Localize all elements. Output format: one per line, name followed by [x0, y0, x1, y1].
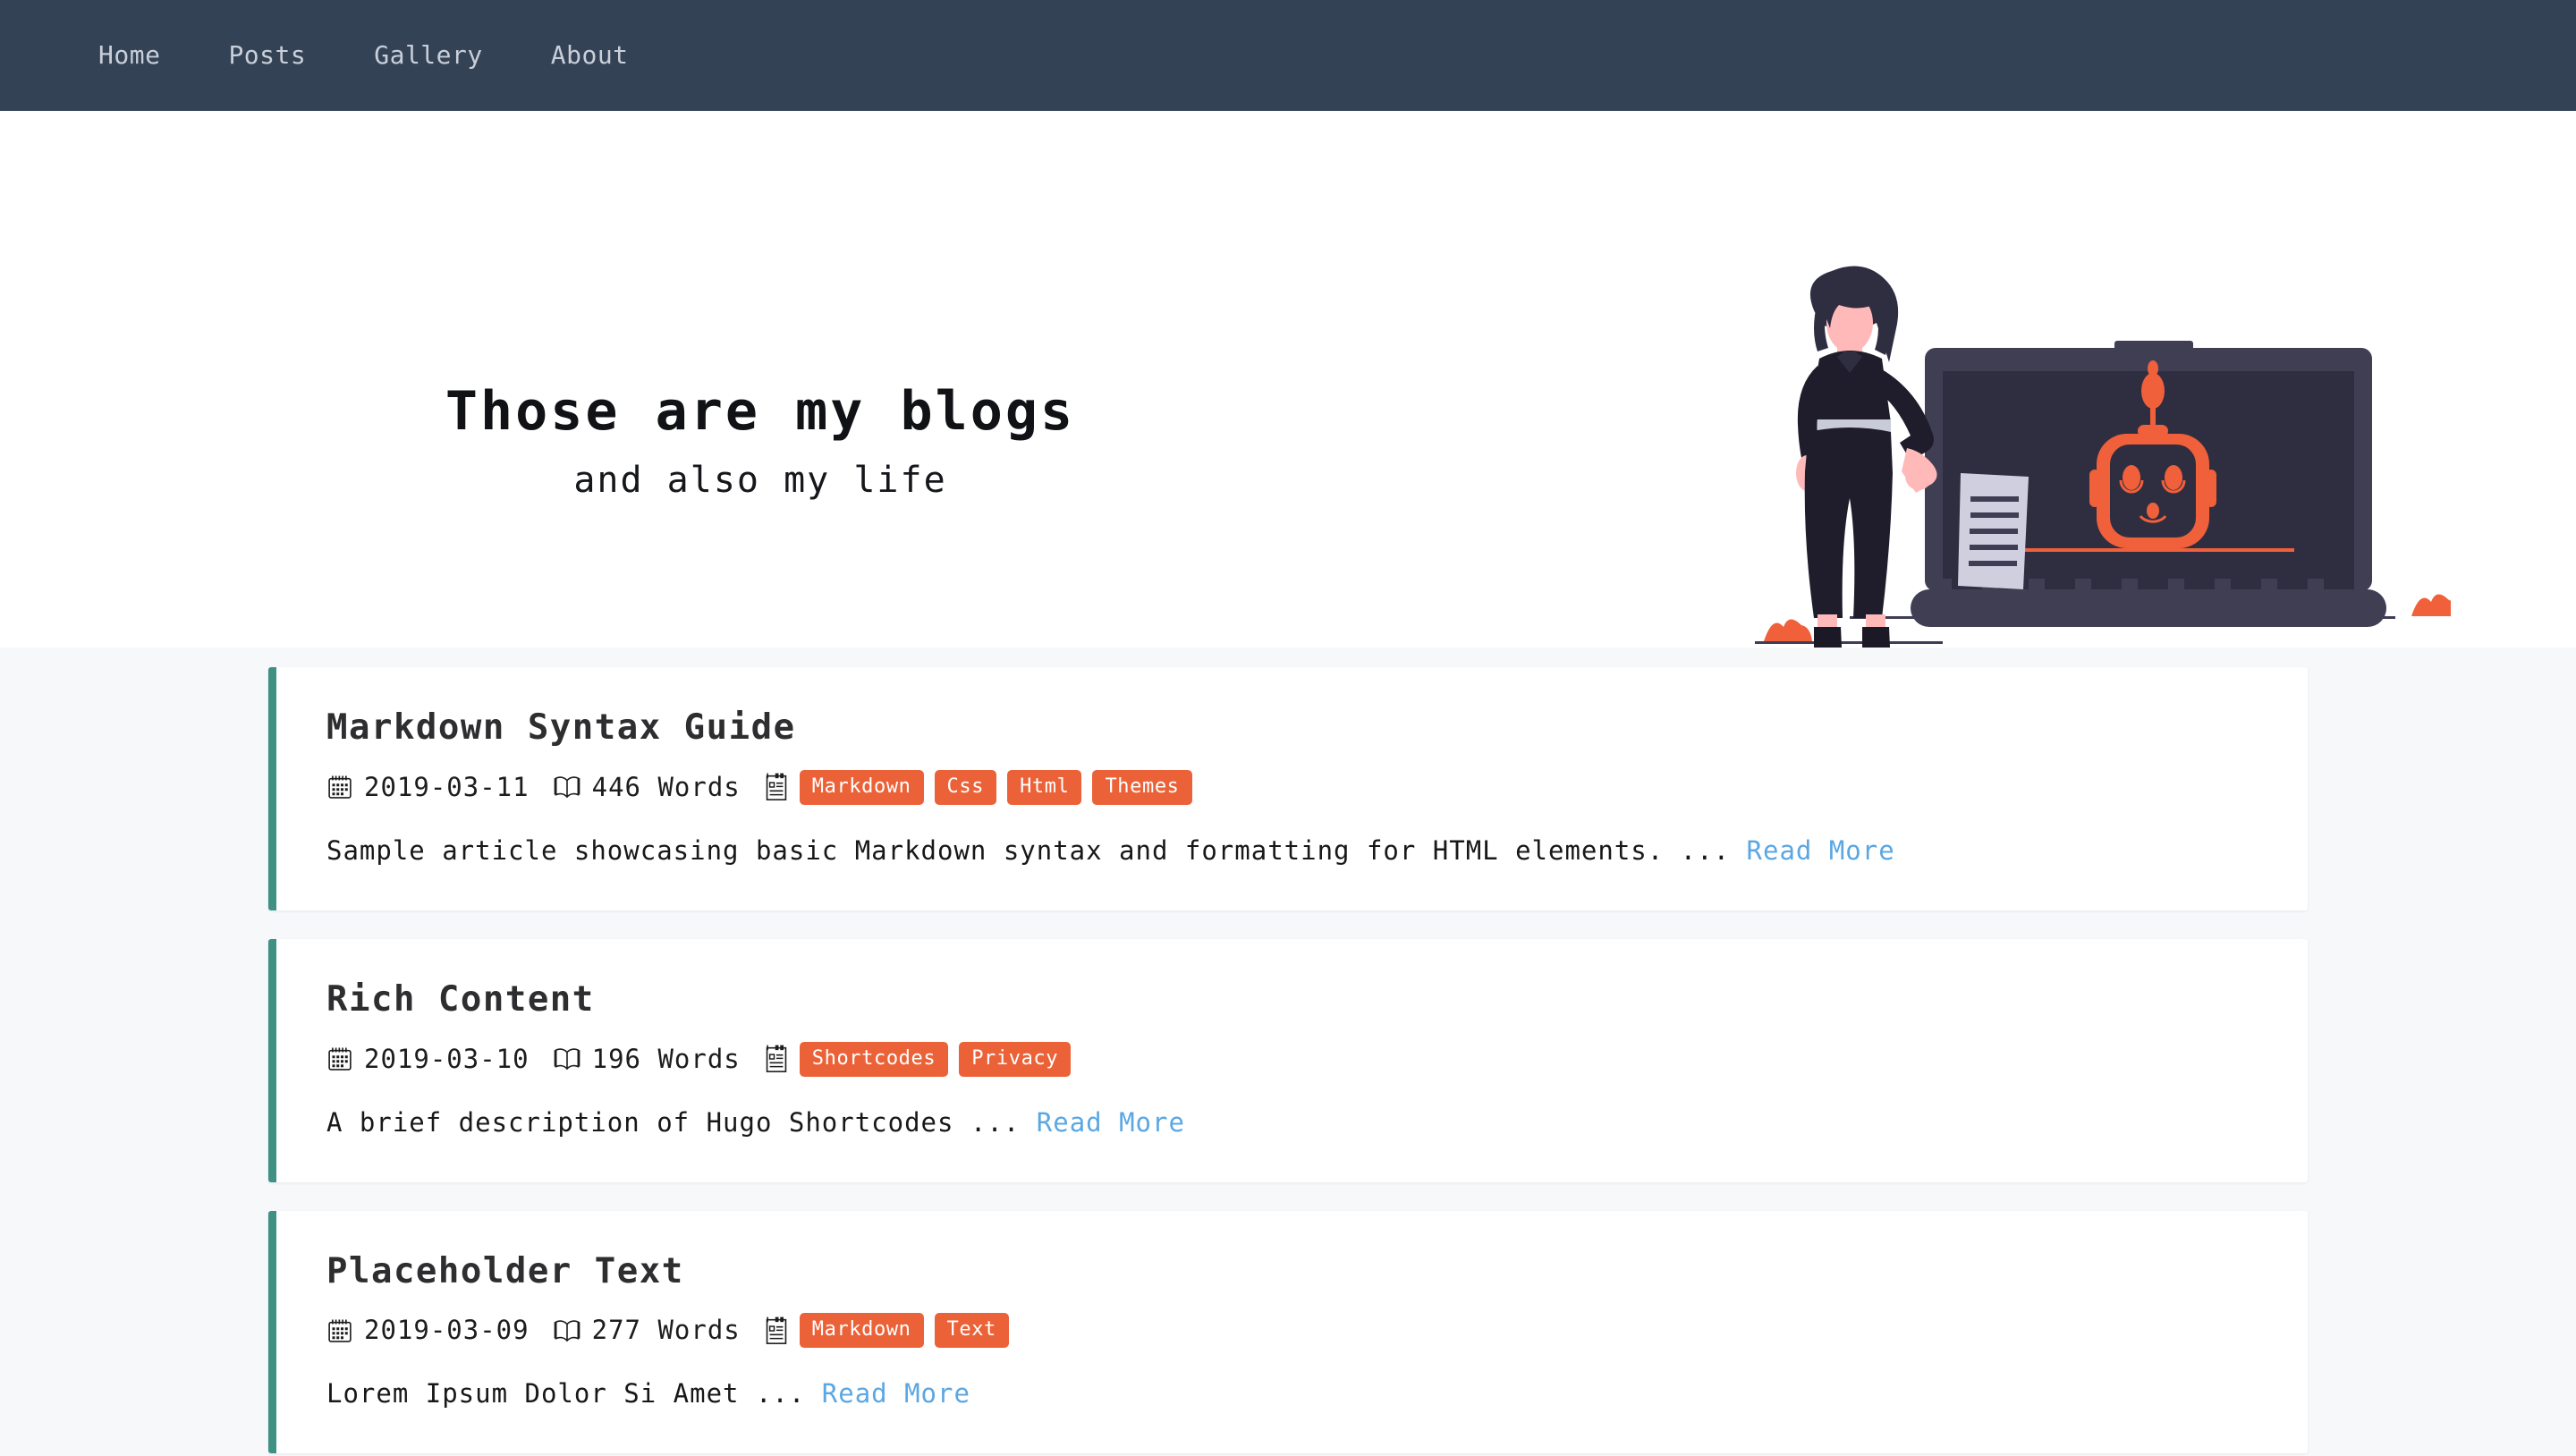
post-card[interactable]: Markdown Syntax Guide 2019-03-11 446 Wor… [268, 667, 2308, 910]
calendar-icon [326, 1317, 353, 1344]
woman-with-laptop-robot-illustration [1755, 266, 2460, 648]
tag[interactable]: Privacy [959, 1041, 1072, 1077]
post-summary: Lorem Ipsum Dolor Si Amet ... Read More [326, 1375, 2258, 1412]
tag[interactable]: Shortcodes [799, 1041, 949, 1077]
post-card[interactable]: Placeholder Text 2019-03-09 277 Words Ma… [268, 1210, 2308, 1454]
tag[interactable]: Css [934, 769, 997, 805]
nav-item-posts-wrap: Posts [194, 43, 340, 68]
calendar-icon [326, 1045, 353, 1072]
document-sheet [1958, 473, 2029, 589]
spiral-notepad-icon [764, 1316, 789, 1345]
nav-item-posts[interactable]: Posts [194, 40, 340, 70]
hero-subtitle: and also my life [573, 460, 947, 501]
post-title[interactable]: Placeholder Text [326, 1250, 2258, 1294]
open-book-icon [553, 774, 581, 800]
post-date: 2019-03-09 [364, 1315, 530, 1346]
post-meta: 2019-03-10 196 Words Shortcodes Privacy [326, 1041, 2258, 1077]
post-meta: 2019-03-11 446 Words Markdown Css Html T… [326, 769, 2258, 805]
post-card[interactable]: Rich Content 2019-03-10 196 Words Shortc… [268, 938, 2308, 1182]
nav-item-about[interactable]: About [517, 40, 663, 70]
post-word-count: 446 Words [591, 771, 741, 802]
read-more-link[interactable]: Read More [1037, 1107, 1185, 1138]
spiral-notepad-icon [764, 773, 789, 801]
post-word-count: 196 Words [591, 1043, 741, 1074]
top-navbar: Home Posts Gallery About [0, 0, 2576, 111]
tag[interactable]: Markdown [799, 769, 924, 805]
calendar-icon [326, 774, 353, 800]
tag-list: Shortcodes Privacy [799, 1041, 1072, 1077]
tag[interactable]: Markdown [799, 1313, 924, 1349]
read-more-link[interactable]: Read More [822, 1378, 970, 1409]
post-date: 2019-03-10 [364, 1043, 530, 1074]
nav-item-home[interactable]: Home [64, 40, 194, 70]
nav-item-home-wrap: Home [64, 43, 194, 68]
post-date: 2019-03-11 [364, 771, 530, 802]
tag[interactable]: Text [934, 1313, 1009, 1349]
nav-list: Home Posts Gallery About [64, 43, 663, 68]
post-title[interactable]: Rich Content [326, 978, 2258, 1022]
tag-list: Markdown Css Html Themes [799, 769, 1192, 805]
open-book-icon [553, 1317, 581, 1344]
tag-list: Markdown Text [799, 1313, 1009, 1349]
hero-section: Those are my blogs and also my life [0, 111, 2576, 648]
nav-item-about-wrap: About [517, 43, 663, 68]
post-summary-text: Lorem Ipsum Dolor Si Amet ... [326, 1378, 806, 1409]
post-word-count: 277 Words [591, 1315, 741, 1346]
post-summary-text: A brief description of Hugo Shortcodes .… [326, 1106, 1021, 1138]
post-summary: A brief description of Hugo Shortcodes .… [326, 1104, 2258, 1141]
read-more-link[interactable]: Read More [1747, 835, 1895, 866]
post-summary: Sample article showcasing basic Markdown… [326, 832, 2258, 869]
hero-title: Those are my blogs [445, 380, 1076, 443]
posts-list: Markdown Syntax Guide 2019-03-11 446 Wor… [0, 648, 2576, 1456]
nav-item-gallery[interactable]: Gallery [340, 40, 517, 70]
post-meta: 2019-03-09 277 Words Markdown Text [326, 1313, 2258, 1349]
post-title[interactable]: Markdown Syntax Guide [326, 707, 2258, 750]
spiral-notepad-icon [764, 1045, 789, 1073]
post-summary-text: Sample article showcasing basic Markdown… [326, 834, 1731, 866]
hero-illustration [1735, 258, 2460, 648]
nav-item-gallery-wrap: Gallery [340, 43, 517, 68]
open-book-icon [553, 1045, 581, 1072]
tag[interactable]: Themes [1092, 769, 1192, 805]
tag[interactable]: Html [1007, 769, 1082, 805]
hero-text-block: Those are my blogs and also my life [0, 379, 1521, 501]
